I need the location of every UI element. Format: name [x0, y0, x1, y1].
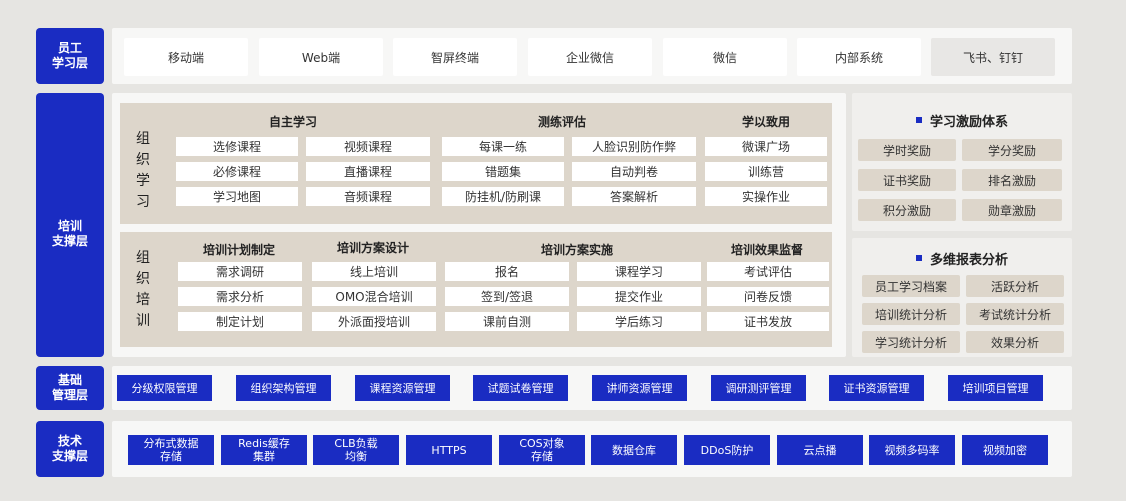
- report-item[interactable]: 活跃分析: [966, 275, 1064, 297]
- base-layer-panel: 分级权限管理 组织架构管理 课程资源管理 试题试卷管理 讲师资源管理 调研测评管…: [112, 366, 1072, 410]
- square-bullet-icon: [915, 117, 922, 123]
- org-learning-label: 组 织 学 习: [136, 131, 150, 210]
- item-exam-eval[interactable]: 考试评估: [707, 262, 829, 281]
- item-online-training[interactable]: 线上培训: [312, 262, 436, 281]
- tech-item[interactable]: 云点播: [777, 435, 863, 465]
- layer-tech-label: 技术 支撑层: [36, 421, 104, 477]
- group-title-design: 培训方案设计: [336, 241, 409, 255]
- base-item[interactable]: 组织架构管理: [236, 375, 331, 401]
- training-layer-panel: 组 织 学 习 自主学习 测练评估 学以致用 选修课程 视频课程 必修课程 直播…: [112, 93, 846, 357]
- employee-item-smart-screen[interactable]: 智屏终端: [393, 38, 517, 76]
- item-check-in-out[interactable]: 签到/签退: [445, 287, 569, 306]
- tech-layer-panel: 分布式数据 存储 Redis缓存 集群 CLB负载 均衡 HTTPS COS对象…: [112, 421, 1072, 477]
- base-item[interactable]: 证书资源管理: [829, 375, 924, 401]
- item-register[interactable]: 报名: [445, 262, 569, 281]
- item-micro-course-plaza[interactable]: 微课广场: [705, 137, 827, 156]
- report-item[interactable]: 培训统计分析: [862, 303, 960, 325]
- item-survey-feedback[interactable]: 问卷反馈: [707, 287, 829, 306]
- layer-employee-label: 员工 学习层: [36, 28, 104, 84]
- employee-item-wechat[interactable]: 微信: [663, 38, 787, 76]
- item-face-recognition[interactable]: 人脸识别防作弊: [572, 137, 696, 156]
- employee-item-web[interactable]: Web端: [259, 38, 383, 76]
- item-post-practice[interactable]: 学后练习: [577, 312, 701, 331]
- tech-item[interactable]: 数据仓库: [591, 435, 677, 465]
- base-item[interactable]: 课程资源管理: [355, 375, 450, 401]
- base-item[interactable]: 培训项目管理: [948, 375, 1043, 401]
- tech-item[interactable]: 视频加密: [962, 435, 1048, 465]
- group-title-apply: 学以致用: [741, 115, 790, 129]
- group-title-self-study: 自主学习: [268, 115, 317, 129]
- item-auto-grading[interactable]: 自动判卷: [572, 162, 696, 181]
- base-item[interactable]: 试题试卷管理: [473, 375, 568, 401]
- group-title-plan: 培训计划制定: [202, 243, 275, 257]
- base-item[interactable]: 分级权限管理: [117, 375, 212, 401]
- item-omo-training[interactable]: OMO混合培训: [312, 287, 436, 306]
- incentive-card: 学习激励体系 学时奖励 学分奖励 证书奖励 排名激励 积分激励 勋章激励: [852, 93, 1072, 231]
- reports-title-text: 多维报表分析: [929, 252, 1008, 268]
- item-offsite-training[interactable]: 外派面授培训: [312, 312, 436, 331]
- item-anti-idle[interactable]: 防挂机/防刷课: [442, 187, 564, 206]
- tech-item[interactable]: 分布式数据 存储: [128, 435, 214, 465]
- tech-item[interactable]: Redis缓存 集群: [221, 435, 307, 465]
- item-daily-practice[interactable]: 每课一练: [442, 137, 564, 156]
- item-wrong-questions[interactable]: 错题集: [442, 162, 564, 181]
- tech-item[interactable]: DDoS防护: [684, 435, 770, 465]
- employee-item-internal-system[interactable]: 内部系统: [797, 38, 921, 76]
- item-training-camp[interactable]: 训练营: [705, 162, 827, 181]
- group-title-implement: 培训方案实施: [540, 243, 613, 257]
- item-make-plan[interactable]: 制定计划: [178, 312, 302, 331]
- item-required-course[interactable]: 必修课程: [176, 162, 298, 181]
- report-item[interactable]: 学习统计分析: [862, 331, 960, 353]
- item-learning-map[interactable]: 学习地图: [176, 187, 298, 206]
- item-certificate-issue[interactable]: 证书发放: [707, 312, 829, 331]
- org-training-label: 组 织 培 训: [136, 250, 150, 329]
- reports-card: 多维报表分析 员工学习档案 活跃分析 培训统计分析 考试统计分析 学习统计分析 …: [852, 238, 1072, 357]
- incentive-item[interactable]: 排名激励: [962, 169, 1062, 191]
- tech-item[interactable]: HTTPS: [406, 435, 492, 465]
- employee-item-mobile[interactable]: 移动端: [124, 38, 248, 76]
- reports-title: 多维报表分析: [852, 249, 1072, 268]
- tech-item[interactable]: COS对象 存储: [499, 435, 585, 465]
- item-answer-explain[interactable]: 答案解析: [572, 187, 696, 206]
- item-pre-test[interactable]: 课前自测: [445, 312, 569, 331]
- tech-item[interactable]: CLB负载 均衡: [313, 435, 399, 465]
- org-learning-block: 组 织 学 习 自主学习 测练评估 学以致用 选修课程 视频课程 必修课程 直播…: [120, 103, 832, 224]
- incentive-item[interactable]: 积分激励: [858, 199, 956, 221]
- item-needs-analysis[interactable]: 需求分析: [178, 287, 302, 306]
- item-video-course[interactable]: 视频课程: [306, 137, 430, 156]
- org-training-block: 组 织 培 训 培训计划制定 培训方案设计 培训方案实施 培训效果监督 需求调研…: [120, 232, 832, 347]
- group-title-practice-eval: 测练评估: [537, 115, 586, 129]
- item-submit-homework[interactable]: 提交作业: [577, 287, 701, 306]
- incentive-item[interactable]: 证书奖励: [858, 169, 956, 191]
- employee-item-feishu-dingtalk[interactable]: 飞书、钉钉: [931, 38, 1055, 76]
- report-item[interactable]: 效果分析: [966, 331, 1064, 353]
- incentive-title: 学习激励体系: [852, 111, 1072, 130]
- item-audio-course[interactable]: 音频课程: [306, 187, 430, 206]
- employee-layer-panel: 移动端 Web端 智屏终端 企业微信 微信 内部系统 飞书、钉钉: [112, 28, 1072, 84]
- layer-training-label: 培训 支撑层: [36, 93, 104, 357]
- item-needs-survey[interactable]: 需求调研: [178, 262, 302, 281]
- incentive-item[interactable]: 学时奖励: [858, 139, 956, 161]
- employee-item-wecom[interactable]: 企业微信: [528, 38, 652, 76]
- item-live-course[interactable]: 直播课程: [306, 162, 430, 181]
- item-course-learning[interactable]: 课程学习: [577, 262, 701, 281]
- incentive-item[interactable]: 学分奖励: [962, 139, 1062, 161]
- base-item[interactable]: 讲师资源管理: [592, 375, 687, 401]
- report-item[interactable]: 员工学习档案: [862, 275, 960, 297]
- layer-base-label: 基础 管理层: [36, 366, 104, 410]
- item-practical-homework[interactable]: 实操作业: [705, 187, 827, 206]
- base-item[interactable]: 调研测评管理: [711, 375, 806, 401]
- report-item[interactable]: 考试统计分析: [966, 303, 1064, 325]
- tech-item[interactable]: 视频多码率: [869, 435, 955, 465]
- square-bullet-icon: [915, 255, 922, 261]
- incentive-item[interactable]: 勋章激励: [962, 199, 1062, 221]
- incentive-title-text: 学习激励体系: [929, 114, 1008, 130]
- group-title-supervise: 培训效果监督: [730, 243, 803, 257]
- item-elective-course[interactable]: 选修课程: [176, 137, 298, 156]
